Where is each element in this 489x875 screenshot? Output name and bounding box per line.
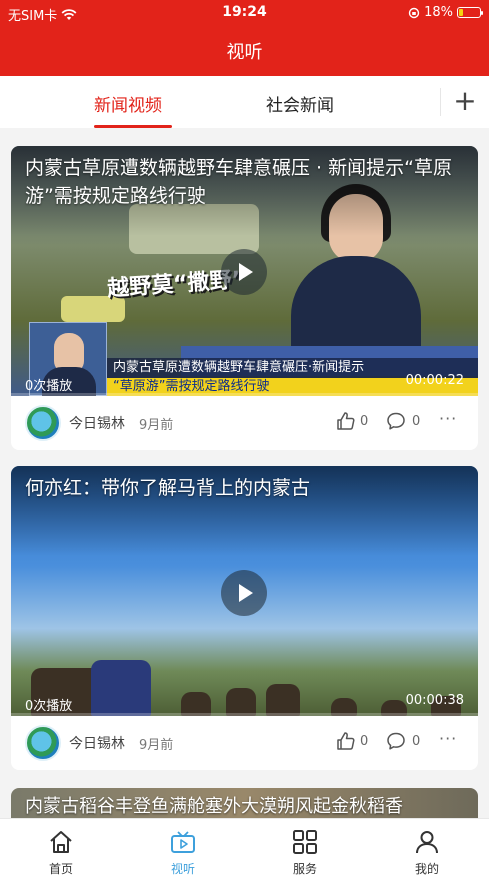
page-title: 视听 [226,42,263,63]
source-avatar[interactable] [25,725,61,761]
video-card[interactable]: 越野莫“撒野” 内蒙古草原遭数辆越野车肆意碾压·新闻提示 “草原游”需按规定路线… [11,146,478,450]
like-count: 0 [360,734,369,749]
play-icon[interactable] [221,249,267,295]
tab-news-video[interactable]: 新闻视频 [94,91,162,116]
comment-icon[interactable] [386,411,406,431]
video-title: 何亦红：带你了解马背上的内蒙古 [25,477,311,499]
more-icon[interactable]: ··· [439,729,457,748]
video-title: 内蒙古稻谷丰登鱼满舱塞外大漠朔风起金秋稻香 [25,796,403,817]
nav-services[interactable]: 服务 [265,819,345,875]
nav-services-label: 服务 [292,862,317,875]
tv-icon [171,831,195,853]
tab-divider [440,88,441,116]
category-tabs: 新闻视频 社会新闻 + [0,76,489,128]
video-card[interactable]: 何亦红：带你了解马背上的内蒙古 0次播放 00:00:38 今日锡林 9月前 0… [11,466,478,770]
comment-count: 0 [412,414,421,429]
video-duration: 00:00:38 [405,693,464,708]
status-bar: 无SIM卡 19:24 18% [0,0,489,26]
view-count: 0次播放 [25,379,73,394]
battery-icon [457,7,483,18]
nav-media[interactable]: 视听 [143,819,223,875]
comment-icon[interactable] [386,731,406,751]
user-icon [416,831,438,854]
thumbs-up-icon[interactable] [336,411,356,431]
thumbs-up-icon[interactable] [336,731,356,751]
source-name[interactable]: 今日锡林 [69,413,125,433]
plus-icon[interactable]: + [450,84,480,118]
video-thumbnail[interactable]: 何亦红：带你了解马背上的内蒙古 0次播放 00:00:38 [11,466,478,716]
bottom-nav: 首页 视听 服务 我的 [0,818,489,875]
nav-home-label: 首页 [48,862,73,875]
active-tab-indicator [94,125,172,128]
comment-count: 0 [412,734,421,749]
video-meta: 今日锡林 9月前 0 0 ··· [11,716,478,770]
orientation-lock-icon [408,7,420,18]
top-bar: 无SIM卡 19:24 18% 视听 [0,0,489,76]
publish-time: 9月前 [139,738,174,753]
status-right: 18% [408,5,483,20]
battery-fill [459,9,463,16]
source-avatar[interactable] [25,405,61,441]
video-thumbnail[interactable]: 越野莫“撒野” 内蒙古草原遭数辆越野车肆意碾压·新闻提示 “草原游”需按规定路线… [11,146,478,396]
video-meta: 今日锡林 9月前 0 0 ··· [11,396,478,450]
nav-mine[interactable]: 我的 [387,819,467,875]
publish-time: 9月前 [139,418,174,433]
nav-mine-label: 我的 [414,862,439,875]
nav-home[interactable]: 首页 [21,819,101,875]
like-count: 0 [360,414,369,429]
more-icon[interactable]: ··· [439,409,457,428]
home-icon [50,831,72,853]
battery-percent: 18% [424,5,453,20]
source-name[interactable]: 今日锡林 [69,733,125,753]
tab-social-news[interactable]: 社会新闻 [266,91,334,116]
play-icon[interactable] [221,570,267,616]
video-title: 内蒙古草原遭数辆越野车肆意碾压 · 新闻提示“草原游”需按规定路线行驶 [25,157,452,207]
view-count: 0次播放 [25,699,73,714]
grid-icon [293,830,317,854]
nav-media-label: 视听 [170,862,195,875]
video-duration: 00:00:22 [405,373,464,388]
